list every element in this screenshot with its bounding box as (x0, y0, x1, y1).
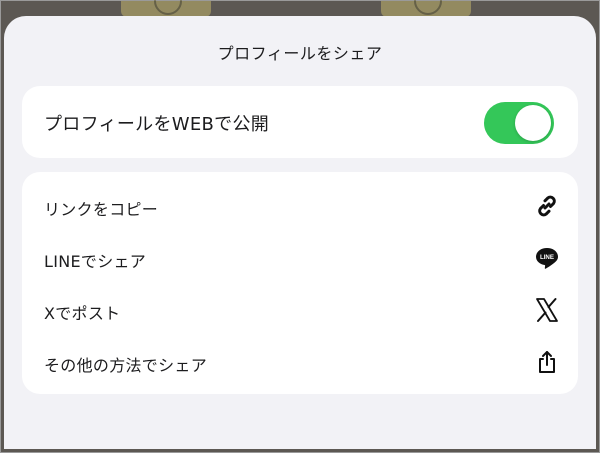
background-avatar-peek (121, 0, 211, 17)
share-actions-card: リンクをコピー LINEでシェア LINE Xでポスト その他の方法でシェア (22, 172, 578, 394)
share-line-row[interactable]: LINEでシェア LINE (22, 232, 578, 284)
background-avatar-peek (381, 0, 471, 17)
share-other-row[interactable]: その他の方法でシェア (22, 336, 578, 388)
post-x-label: Xでポスト (44, 304, 121, 323)
link-icon (534, 193, 560, 219)
share-icon (534, 349, 560, 375)
share-other-label: その他の方法でシェア (44, 356, 208, 375)
line-icon: LINE (534, 245, 560, 271)
toggle-knob (515, 105, 551, 141)
share-sheet: プロフィールをシェア プロフィールをWEBで公開 リンクをコピー LINEでシェ… (4, 16, 596, 449)
publish-web-label: プロフィールをWEBで公開 (44, 114, 270, 135)
post-x-row[interactable]: Xでポスト (22, 284, 578, 336)
x-logo-icon (534, 297, 560, 323)
copy-link-label: リンクをコピー (44, 200, 159, 219)
publish-web-card: プロフィールをWEBで公開 (22, 86, 578, 158)
line-icon-text: LINE (540, 254, 554, 261)
copy-link-row[interactable]: リンクをコピー (22, 180, 578, 232)
sheet-title: プロフィールをシェア (217, 44, 383, 63)
share-line-label: LINEでシェア (44, 252, 147, 271)
publish-web-toggle[interactable] (484, 102, 554, 144)
